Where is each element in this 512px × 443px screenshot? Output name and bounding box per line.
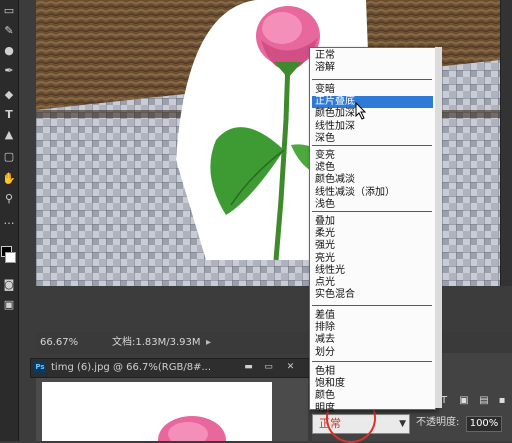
tools-panel: ▭ ✎ ● ✒ ◆ T ▲ ▢ ✋ ⚲ … ◙ ▣	[0, 0, 19, 441]
blend-mode-option[interactable]: 线性光	[312, 265, 433, 277]
blend-mode-option[interactable]: 实色混合	[312, 289, 433, 301]
close-button[interactable]: ✕	[285, 362, 296, 372]
menu-separator	[312, 305, 432, 306]
blend-mode-option[interactable]: 排除	[312, 322, 433, 334]
shape-layer-icon[interactable]: ▣	[458, 395, 470, 407]
blend-mode-option[interactable]: 变暗	[312, 84, 433, 96]
maximize-button[interactable]: ▭	[263, 362, 274, 372]
blend-mode-option[interactable]: 变亮	[312, 150, 433, 162]
blend-mode-option[interactable]: 线性加深	[312, 121, 433, 133]
rectangle-tool-icon[interactable]: ▢	[2, 150, 16, 164]
canvas-vertical-scrollbar[interactable]	[500, 0, 512, 286]
blend-mode-option[interactable]: 柔光	[312, 228, 433, 240]
menu-separator	[312, 145, 432, 146]
blend-mode-option[interactable]: 点光	[312, 277, 433, 289]
chevron-down-icon: ▼	[399, 419, 406, 429]
blend-mode-option[interactable]: 明度	[312, 403, 433, 415]
blend-mode-option[interactable]: 滤色	[312, 162, 433, 174]
blend-mode-option[interactable]: 溶解	[312, 62, 433, 74]
zoom-level: 66.67%	[40, 337, 79, 348]
type-tool-icon[interactable]: T	[2, 108, 16, 122]
blend-mode-option[interactable]: 差值	[312, 310, 433, 322]
background-color-swatch[interactable]	[5, 252, 16, 263]
document-tab[interactable]: Ps timg (6).jpg @ 66.7%(RGB/8#... ▬ ▭ ✕	[30, 358, 310, 378]
opacity-label: 不透明度:	[416, 417, 460, 428]
smart-object-icon[interactable]: ▤	[478, 395, 490, 407]
blend-mode-option[interactable]: 亮光	[312, 253, 433, 265]
pen-anchor-tool-icon[interactable]: ◆	[2, 88, 16, 102]
blend-mode-option[interactable]: 正常	[312, 50, 433, 62]
blend-mode-option[interactable]: 饱和度	[312, 378, 433, 390]
blend-mode-option[interactable]: 划分	[312, 347, 433, 359]
lock-icon[interactable]: ▪	[496, 395, 508, 407]
blend-mode-option[interactable]: 正片叠底	[312, 96, 433, 109]
menu-separator	[312, 361, 432, 362]
path-select-tool-icon[interactable]: ▲	[2, 128, 16, 142]
document-title: timg (6).jpg @ 66.7%(RGB/8#...	[51, 362, 212, 373]
zoom-tool-icon[interactable]: ⚲	[2, 192, 16, 206]
blend-mode-option[interactable]: 浅色	[312, 199, 433, 211]
blend-mode-option[interactable]: 颜色	[312, 390, 433, 402]
mouse-cursor-icon	[355, 102, 367, 120]
blend-mode-menu: 正常 溶解变暗 正片叠底 颜色加深 线性加深 深色变亮 滤色 颜色减淡 线性减淡（添加） 浅色叠加…	[309, 47, 436, 414]
blend-mode-option[interactable]: 颜色减淡	[312, 174, 433, 186]
blend-mode-option[interactable]: 色相	[312, 366, 433, 378]
screen-mode-icon[interactable]: ▣	[2, 298, 16, 312]
drop-tool-icon[interactable]: ●	[2, 44, 16, 58]
minimize-button[interactable]: ▬	[243, 362, 254, 372]
menu-scrollbar[interactable]	[435, 47, 442, 408]
hand-tool-icon[interactable]: ✋	[2, 172, 16, 186]
document-size: 文档:1.83M/3.93M	[112, 337, 201, 348]
blend-mode-option[interactable]: 减去	[312, 334, 433, 346]
rose-preview-image	[158, 416, 226, 441]
opacity-field[interactable]: 100%	[466, 416, 502, 432]
document-preview	[36, 378, 308, 441]
blend-mode-option[interactable]: 线性减淡（添加）	[312, 187, 433, 199]
marquee-tool-icon[interactable]: ▭	[2, 4, 16, 18]
blend-mode-option[interactable]: 叠加	[312, 216, 433, 228]
quick-mask-icon[interactable]: ◙	[2, 278, 16, 292]
more-tools-icon[interactable]: …	[2, 214, 16, 228]
menu-separator	[312, 79, 432, 80]
pen-tool-icon[interactable]: ✒	[2, 64, 16, 78]
status-arrow-icon[interactable]: ▸	[206, 332, 211, 354]
blend-mode-option[interactable]: 颜色加深	[312, 108, 433, 120]
blend-mode-option[interactable]: 强光	[312, 240, 433, 252]
blend-mode-option[interactable]: 深色	[312, 133, 433, 145]
ps-document-icon: Ps	[34, 362, 46, 373]
menu-separator	[312, 211, 432, 212]
brush-tool-icon[interactable]: ✎	[2, 24, 16, 38]
